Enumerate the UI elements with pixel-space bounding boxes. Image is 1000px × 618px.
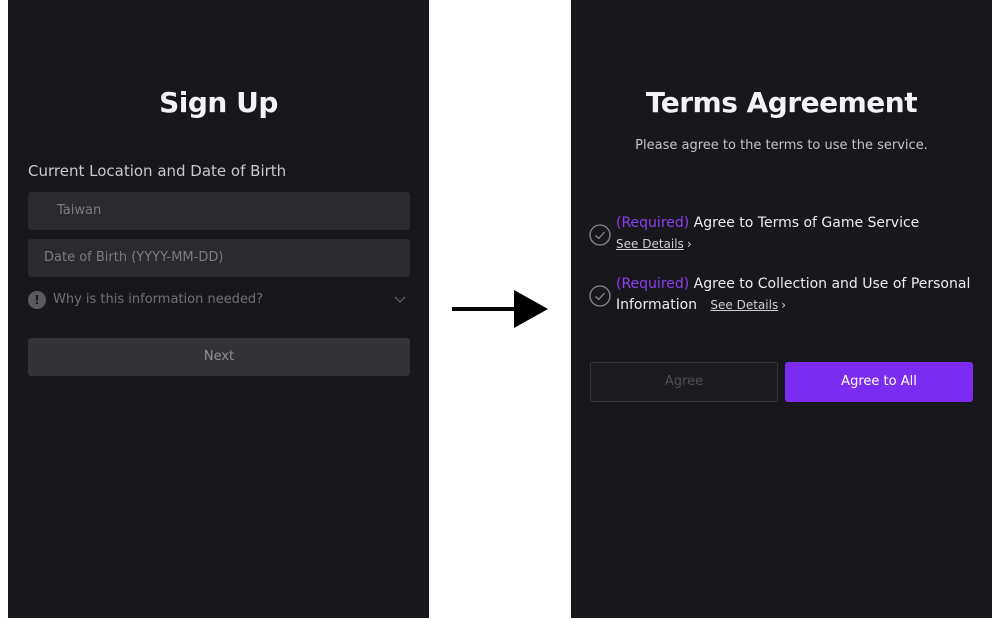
country-select[interactable]: Taiwan	[28, 192, 410, 230]
right-arrow-icon	[452, 290, 548, 328]
location-dob-label: Current Location and Date of Birth	[28, 162, 287, 180]
terms-title: Terms Agreement	[645, 86, 918, 119]
info-disclosure-label: Why is this information needed?	[53, 292, 264, 307]
terms-item-text: (Required) Agree to Terms of Game Servic…	[616, 213, 976, 255]
signup-title: Sign Up	[159, 86, 278, 119]
terms-screen: Terms Agreement Please agree to the term…	[571, 0, 992, 618]
chevron-down-icon	[394, 296, 406, 303]
agree-button[interactable]: Agree	[590, 362, 778, 402]
see-details-link[interactable]: See Details ›	[710, 298, 786, 312]
date-of-birth-input[interactable]: Date of Birth (YYYY-MM-DD)	[28, 239, 410, 277]
check-circle-icon[interactable]	[589, 224, 611, 246]
terms-subtitle: Please agree to the terms to use the ser…	[635, 138, 928, 153]
date-of-birth-placeholder: Date of Birth (YYYY-MM-DD)	[44, 250, 224, 265]
required-tag: (Required)	[616, 276, 690, 292]
agree-to-all-button[interactable]: Agree to All	[785, 362, 973, 402]
chevron-right-icon: ›	[781, 298, 787, 312]
country-value: Taiwan	[57, 203, 102, 218]
required-tag: (Required)	[616, 215, 690, 231]
info-icon: !	[28, 291, 46, 309]
terms-item-text: (Required) Agree to Collection and Use o…	[616, 274, 976, 316]
signup-screen: Sign Up Current Location and Date of Bir…	[8, 0, 429, 618]
check-circle-icon[interactable]	[589, 285, 611, 307]
see-details-label: See Details	[710, 298, 779, 312]
info-disclosure[interactable]: ! Why is this information needed?	[28, 290, 410, 310]
see-details-link[interactable]: See Details ›	[616, 237, 692, 251]
see-details-label: See Details	[616, 237, 684, 251]
chevron-right-icon: ›	[686, 237, 692, 251]
next-button[interactable]: Next	[28, 338, 410, 376]
terms-item-label: Agree to Terms of Game Service	[689, 215, 920, 231]
